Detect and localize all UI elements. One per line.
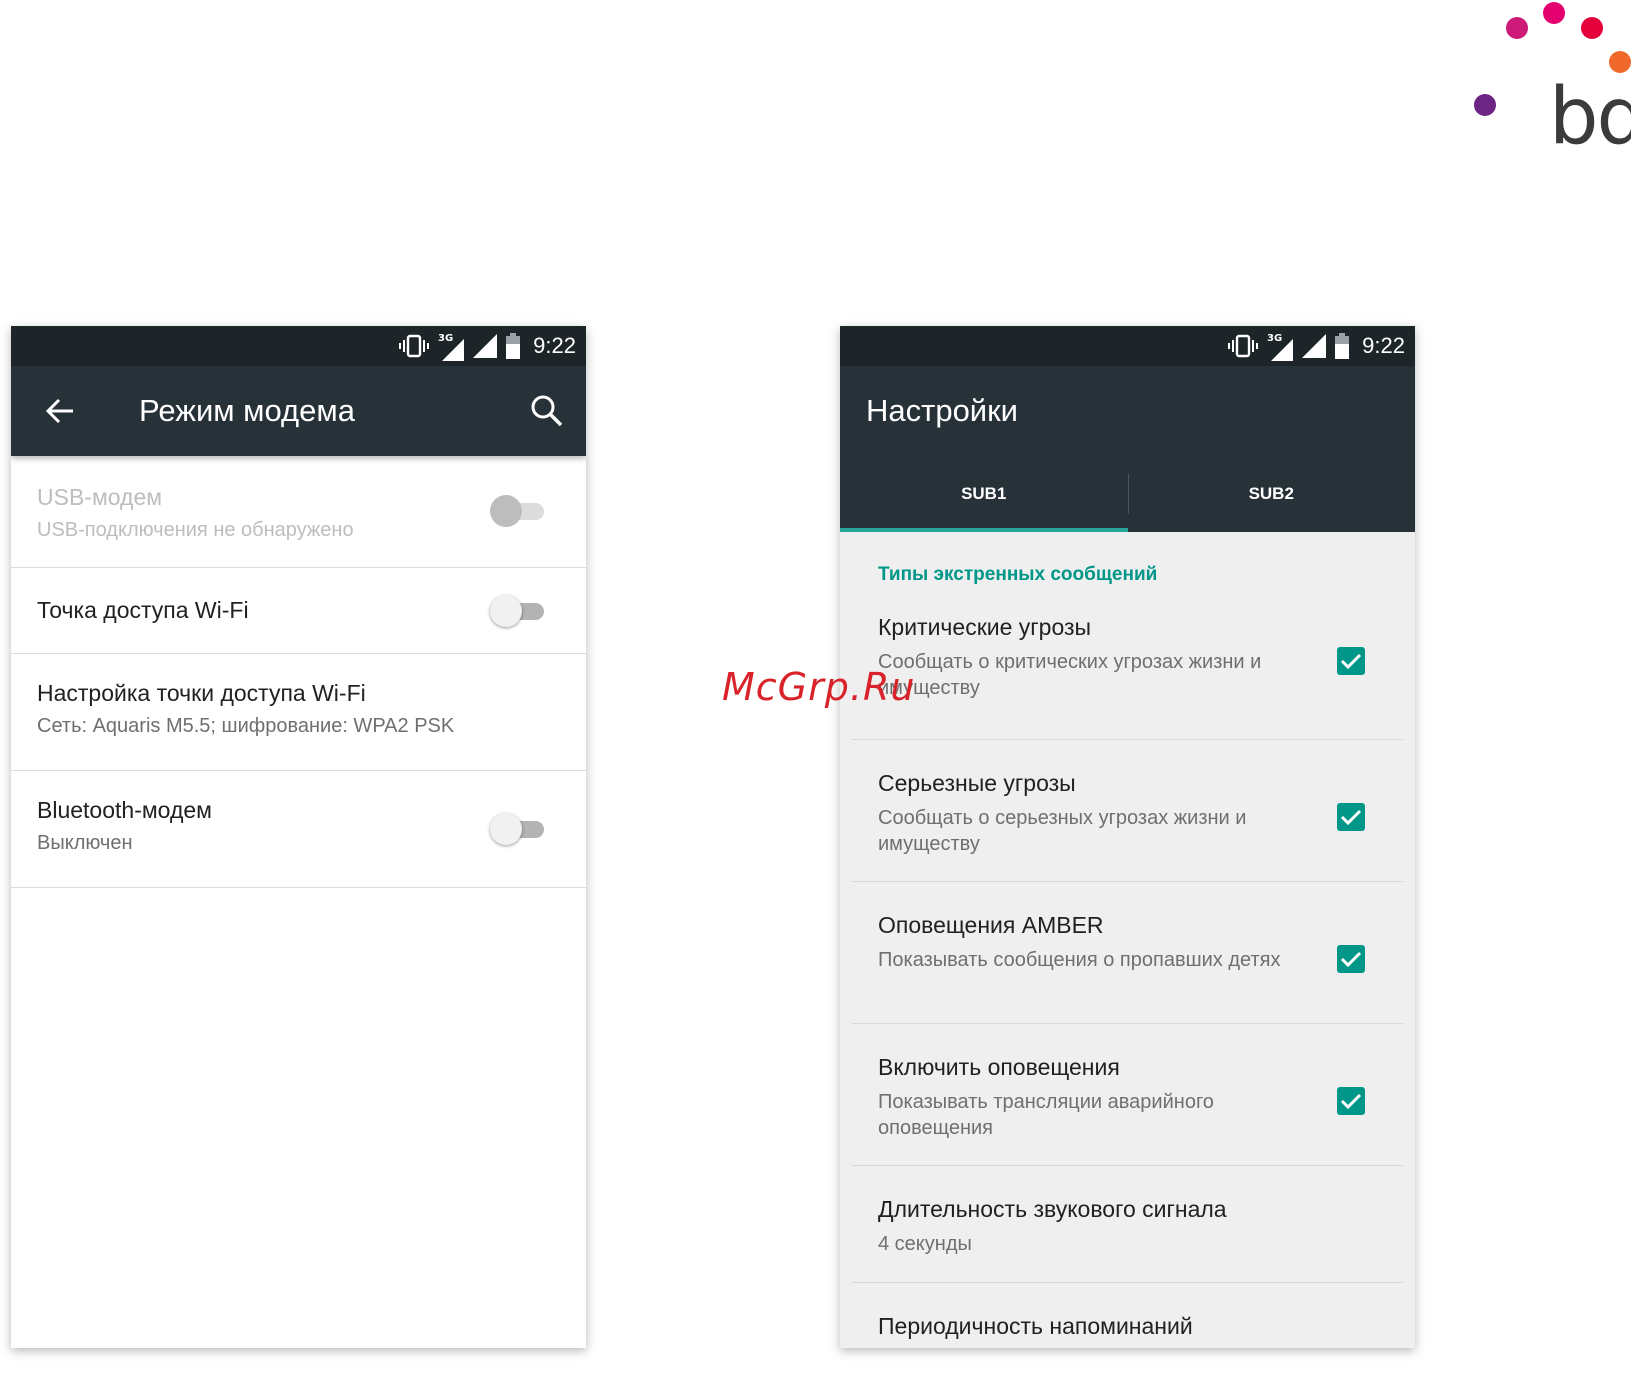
signal-icon bbox=[1302, 334, 1327, 358]
app-bar: Режим модема bbox=[11, 366, 586, 456]
signal-3g-icon: 3G bbox=[438, 333, 465, 361]
usb-tethering-switch[interactable] bbox=[490, 493, 546, 529]
logo-dot-orange bbox=[1609, 51, 1631, 73]
network-type-label: 3G bbox=[438, 333, 453, 344]
severe-threats-row[interactable]: Серьезные угрозы Сообщать о серьезных уг… bbox=[852, 740, 1403, 882]
usb-tethering-row[interactable]: USB-модем USB-подключения не обнаружено bbox=[11, 456, 586, 568]
clock: 9:22 bbox=[1362, 333, 1405, 358]
bluetooth-tethering-switch[interactable] bbox=[490, 811, 546, 847]
amber-alerts-subtitle: Показывать сообщения о пропавших детях bbox=[878, 949, 1281, 971]
logo-dot-magenta bbox=[1506, 17, 1528, 39]
wifi-hotspot-settings-row[interactable]: Настройка точки доступа Wi-Fi Сеть: Aqua… bbox=[11, 654, 586, 771]
bq-logo: bq bbox=[1455, 0, 1631, 170]
enable-alerts-subtitle: Показывать трансляции аварийного оповеще… bbox=[878, 1091, 1214, 1139]
logo-text: bq bbox=[1549, 72, 1631, 162]
enable-alerts-checkbox[interactable] bbox=[1337, 1087, 1365, 1115]
network-type-label: 3G bbox=[1267, 333, 1282, 344]
battery-icon bbox=[1335, 333, 1350, 359]
tethering-screen: 3G 9:22 Режим модема USB-модем USB-подкл… bbox=[11, 326, 586, 1348]
sim-tabs: SUB1 SUB2 bbox=[840, 456, 1415, 532]
tab-sub2[interactable]: SUB2 bbox=[1128, 456, 1416, 532]
page-title: Режим модема bbox=[139, 393, 355, 428]
logo-dot-purple bbox=[1474, 94, 1496, 116]
back-arrow-icon[interactable] bbox=[11, 366, 109, 456]
reminder-interval-title: Периодичность напоминаний bbox=[878, 1313, 1193, 1339]
tab-sub1[interactable]: SUB1 bbox=[840, 456, 1128, 532]
status-bar: 3G 9:22 bbox=[11, 326, 586, 366]
vibrate-icon bbox=[1228, 334, 1259, 358]
vibrate-icon bbox=[399, 334, 430, 358]
extreme-threats-title: Критические угрозы bbox=[878, 614, 1092, 640]
search-icon[interactable] bbox=[530, 394, 564, 428]
alert-sound-duration-row[interactable]: Длительность звукового сигнала 4 секунды bbox=[852, 1166, 1403, 1283]
emergency-alerts-screen: 3G 9:22 Настройки SUB1 SUB2 Типы экстрен… bbox=[840, 326, 1415, 1348]
enable-alerts-title: Включить оповещения bbox=[878, 1054, 1120, 1080]
alert-sound-duration-title: Длительность звукового сигнала bbox=[878, 1196, 1227, 1222]
checkmark-icon bbox=[1340, 1093, 1362, 1110]
amber-alerts-checkbox[interactable] bbox=[1337, 945, 1365, 973]
battery-icon bbox=[506, 333, 521, 359]
severe-threats-subtitle: Сообщать о серьезных угрозах жизни и иму… bbox=[878, 807, 1247, 855]
alert-sound-duration-subtitle: 4 секунды bbox=[878, 1233, 972, 1255]
amber-alerts-title: Оповещения AMBER bbox=[878, 912, 1104, 938]
checkmark-icon bbox=[1340, 951, 1362, 968]
watermark: McGrp.Ru bbox=[722, 665, 916, 709]
wifi-hotspot-row[interactable]: Точка доступа Wi-Fi bbox=[11, 568, 586, 654]
extreme-threats-checkbox[interactable] bbox=[1337, 647, 1365, 675]
checkmark-icon bbox=[1340, 653, 1362, 670]
extreme-threats-subtitle: Сообщать о критических угрозах жизни и и… bbox=[878, 651, 1262, 699]
amber-alerts-row[interactable]: Оповещения AMBER Показывать сообщения о … bbox=[852, 882, 1403, 1024]
logo-dot-pink bbox=[1543, 2, 1565, 24]
page-title: Настройки bbox=[866, 393, 1019, 428]
wifi-hotspot-settings-title: Настройка точки доступа Wi-Fi bbox=[37, 680, 366, 706]
checkmark-icon bbox=[1340, 809, 1362, 826]
wifi-hotspot-settings-subtitle: Сеть: Aquaris M5.5; шифрование: WPA2 PSK bbox=[37, 715, 455, 737]
severe-threats-title: Серьезные угрозы bbox=[878, 770, 1076, 796]
wifi-hotspot-switch[interactable] bbox=[490, 593, 546, 629]
bluetooth-tethering-row[interactable]: Bluetooth-модем Выключен bbox=[11, 771, 586, 888]
signal-icon bbox=[473, 334, 498, 358]
app-bar: Настройки bbox=[840, 366, 1415, 456]
severe-threats-checkbox[interactable] bbox=[1337, 803, 1365, 831]
section-header: Типы экстренных сообщений bbox=[878, 564, 1158, 585]
status-bar: 3G 9:22 bbox=[840, 326, 1415, 366]
extreme-threats-row[interactable]: Критические угрозы Сообщать о критически… bbox=[852, 594, 1403, 740]
reminder-interval-row[interactable]: Периодичность напоминаний bbox=[852, 1283, 1403, 1348]
clock: 9:22 bbox=[533, 333, 576, 358]
logo-dot-red bbox=[1581, 17, 1603, 39]
enable-alerts-row[interactable]: Включить оповещения Показывать трансляци… bbox=[852, 1024, 1403, 1166]
signal-3g-icon: 3G bbox=[1267, 333, 1294, 361]
